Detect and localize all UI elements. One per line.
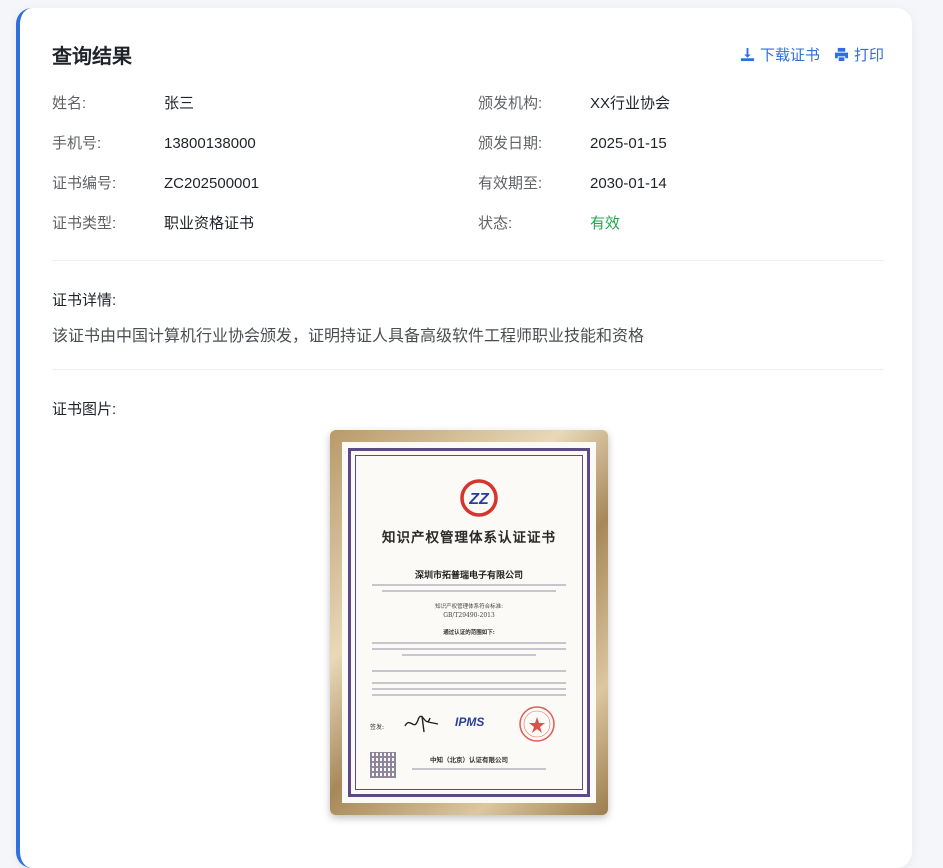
signature-icon	[404, 715, 439, 733]
print-label: 打印	[853, 46, 884, 64]
certificate-signature-label: 签发:	[370, 724, 385, 731]
cert-text-line	[372, 584, 566, 586]
name-value: 张三	[164, 95, 195, 112]
download-certificate-button[interactable]: 下载证书	[740, 44, 820, 65]
cert-text-line	[382, 590, 556, 592]
phone-label: 手机号:	[52, 135, 102, 152]
status-badge: 有效	[590, 215, 621, 232]
card-header: 查询结果 下载证书 打印	[52, 36, 884, 72]
header-actions: 下载证书 打印	[740, 44, 884, 65]
cert-text-line	[372, 670, 566, 672]
certificate-issuer: 中知（北京）认证有限公司	[430, 756, 508, 764]
cert-no-label: 证书编号:	[52, 175, 117, 192]
certificate-standard-label: 知识产权管理体系符合标准:	[435, 604, 503, 610]
certificate-image[interactable]: ZZ 知识产权管理体系认证证书 深圳市拓普瑞电子有限公司 知识产权管理体系符合标…	[330, 430, 608, 815]
expiry-label: 有效期至:	[478, 175, 543, 192]
certificate-paper: ZZ 知识产权管理体系认证证书 深圳市拓普瑞电子有限公司 知识产权管理体系符合标…	[342, 442, 596, 803]
result-card: 查询结果 下载证书 打印 姓名: 张三 颁发机构: XX行业协会 手机号: 13…	[16, 8, 912, 868]
image-section-label: 证书图片:	[52, 401, 117, 418]
print-button[interactable]: 打印	[834, 44, 884, 65]
expiry-value: 2030-01-14	[590, 175, 667, 192]
cert-text-line	[402, 654, 536, 656]
issue-date-value: 2025-01-15	[590, 135, 667, 152]
seal-stamp-icon	[519, 706, 555, 742]
download-icon	[740, 47, 755, 61]
name-label: 姓名:	[52, 95, 87, 112]
divider	[52, 260, 884, 261]
cert-no-value: ZC202500001	[164, 175, 260, 192]
type-label: 证书类型:	[52, 215, 117, 232]
certificate-title: 知识产权管理体系认证证书	[382, 530, 556, 546]
info-grid: 姓名: 张三 颁发机构: XX行业协会 手机号: 13800138000 颁发日…	[52, 88, 884, 248]
details-text: 该证书由中国计算机行业协会颁发，证明持证人具备高级软件工程师职业技能和资格	[52, 328, 645, 345]
svg-text:ZZ: ZZ	[468, 491, 490, 508]
cert-text-line	[412, 768, 546, 770]
cert-text-line	[372, 688, 566, 690]
phone-value: 13800138000	[164, 135, 256, 152]
divider	[52, 369, 884, 370]
certificate-company: 深圳市拓普瑞电子有限公司	[414, 571, 523, 581]
cert-text-line	[372, 694, 566, 696]
ipms-logo: IPMS	[455, 715, 485, 729]
cert-logo-icon: ZZ	[460, 479, 498, 517]
type-value: 职业资格证书	[164, 215, 255, 232]
cert-text-line	[372, 642, 566, 644]
issue-date-label: 颁发日期:	[478, 135, 543, 152]
certificate-standard: GB/T29490-2013	[443, 612, 495, 619]
issuer-label: 颁发机构:	[478, 95, 543, 112]
download-label: 下载证书	[759, 46, 820, 64]
cert-text-line	[372, 682, 566, 684]
status-label: 状态:	[478, 215, 513, 232]
details-label: 证书详情:	[52, 292, 117, 309]
issuer-value: XX行业协会	[590, 95, 671, 112]
printer-icon	[834, 47, 849, 61]
page-title: 查询结果	[52, 45, 132, 68]
certificate-scope-label: 通过认证的范围如下:	[443, 630, 495, 636]
cert-text-line	[372, 648, 566, 650]
